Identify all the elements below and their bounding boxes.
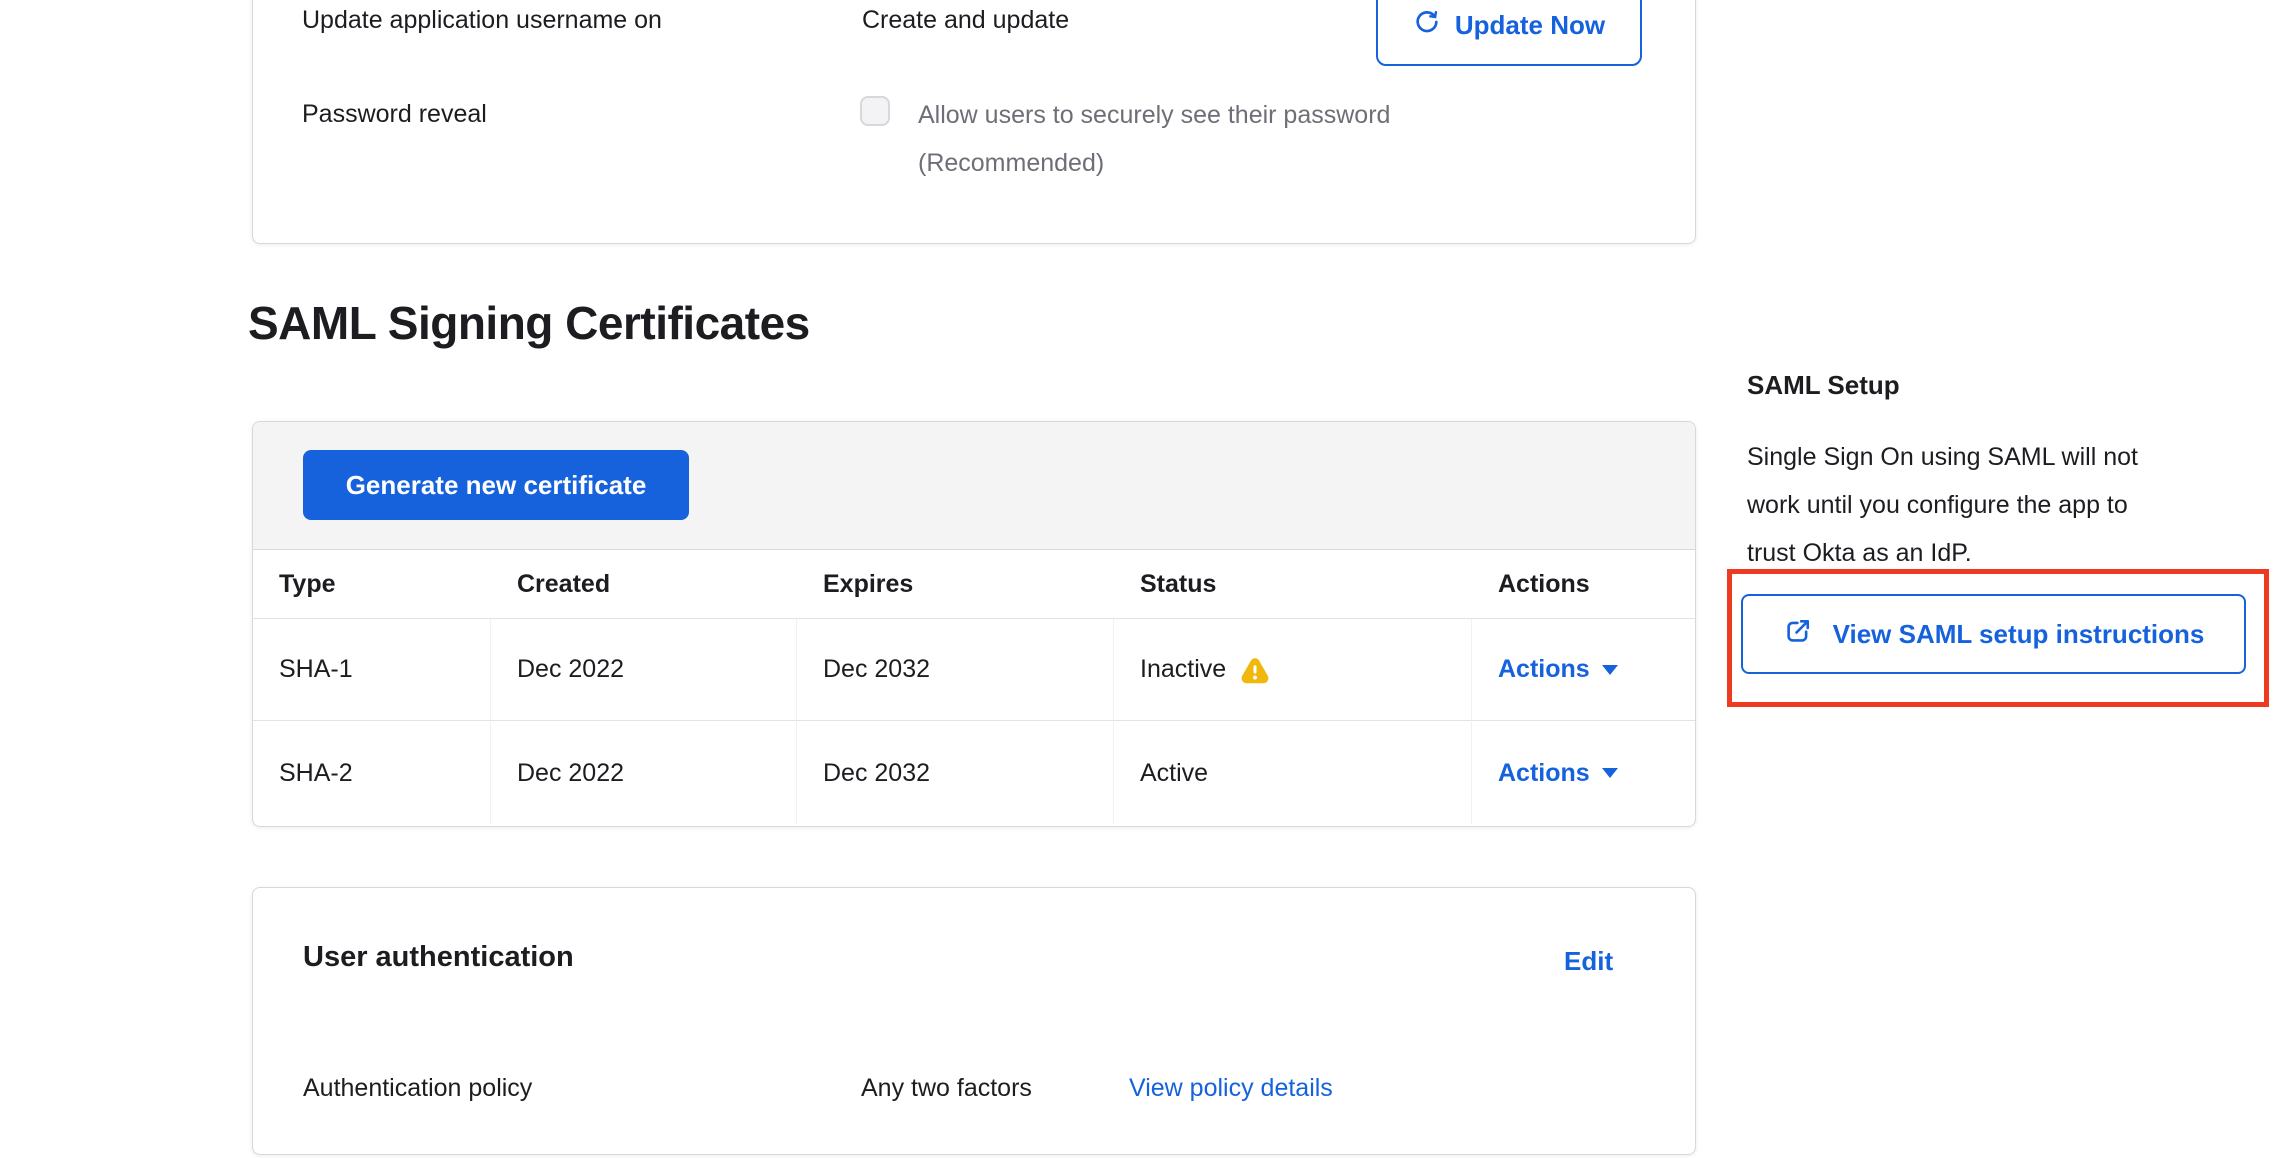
edit-link[interactable]: Edit (1564, 946, 1613, 977)
checkbox-label-line2: (Recommended) (918, 148, 1104, 178)
external-link-icon (1783, 616, 1813, 653)
actions-label: Actions (1498, 655, 1590, 684)
table-row: SHA-1 Dec 2022 Dec 2032 Inactive Actions (253, 619, 1696, 721)
update-now-button[interactable]: Update Now (1376, 0, 1642, 66)
page-title: SAML Signing Certificates (248, 296, 810, 350)
view-policy-details-link[interactable]: View policy details (1129, 1073, 1333, 1103)
cert-created: Dec 2022 (491, 619, 797, 720)
cert-status-cell: Active (1114, 722, 1472, 824)
cert-expires: Dec 2032 (797, 722, 1114, 824)
generate-certificate-button[interactable]: Generate new certificate (303, 450, 689, 520)
caret-down-icon (1602, 768, 1618, 778)
table-header-row: Type Created Expires Status Actions (253, 550, 1696, 619)
user-authentication-card: User authentication Edit Authentication … (252, 887, 1696, 1155)
saml-setup-description: Single Sign On using SAML will not work … (1747, 433, 2138, 577)
column-header-type: Type (253, 550, 491, 618)
column-header-expires: Expires (797, 550, 1114, 618)
caret-down-icon (1602, 665, 1618, 675)
view-saml-setup-instructions-button[interactable]: View SAML setup instructions (1741, 594, 2246, 674)
saml-setup-description-line: trust Okta as an IdP. (1747, 529, 2138, 577)
username-update-label: Update application username on (302, 5, 662, 35)
checkbox-label-line1: Allow users to securely see their passwo… (918, 100, 1390, 130)
authentication-policy-label: Authentication policy (303, 1073, 532, 1103)
cert-status-cell: Inactive (1114, 619, 1472, 720)
username-update-value: Create and update (862, 5, 1069, 35)
column-header-actions: Actions (1472, 550, 1696, 618)
card-toolbar-band: Generate new certificate (253, 422, 1695, 550)
password-reveal-checkbox[interactable] (860, 96, 890, 126)
saml-setup-description-line: work until you configure the app to (1747, 481, 2138, 529)
actions-label: Actions (1498, 759, 1590, 788)
actions-cell: Actions (1472, 722, 1696, 824)
actions-dropdown[interactable]: Actions (1498, 655, 1618, 684)
refresh-icon (1413, 8, 1441, 43)
cert-status: Active (1140, 759, 1208, 788)
authentication-policy-value: Any two factors (861, 1073, 1032, 1103)
cert-type: SHA-1 (253, 619, 491, 720)
actions-cell: Actions (1472, 619, 1696, 720)
cert-status: Inactive (1140, 655, 1226, 684)
password-reveal-label: Password reveal (302, 99, 487, 129)
saml-certificates-card: Generate new certificate Type Created Ex… (252, 421, 1696, 827)
actions-dropdown[interactable]: Actions (1498, 759, 1618, 788)
update-now-label: Update Now (1455, 10, 1605, 41)
cert-expires: Dec 2032 (797, 619, 1114, 720)
column-header-status: Status (1114, 550, 1472, 618)
page: Update application username on Create an… (0, 0, 2279, 1158)
saml-setup-title: SAML Setup (1747, 370, 1900, 401)
saml-setup-description-line: Single Sign On using SAML will not (1747, 433, 2138, 481)
warning-icon (1240, 655, 1270, 685)
card-title: User authentication (303, 942, 574, 972)
cert-type: SHA-2 (253, 722, 491, 824)
cert-created: Dec 2022 (491, 722, 797, 824)
view-saml-setup-label: View SAML setup instructions (1833, 619, 2205, 650)
column-header-created: Created (491, 550, 797, 618)
table-row: SHA-2 Dec 2022 Dec 2032 Active Actions (253, 722, 1696, 824)
